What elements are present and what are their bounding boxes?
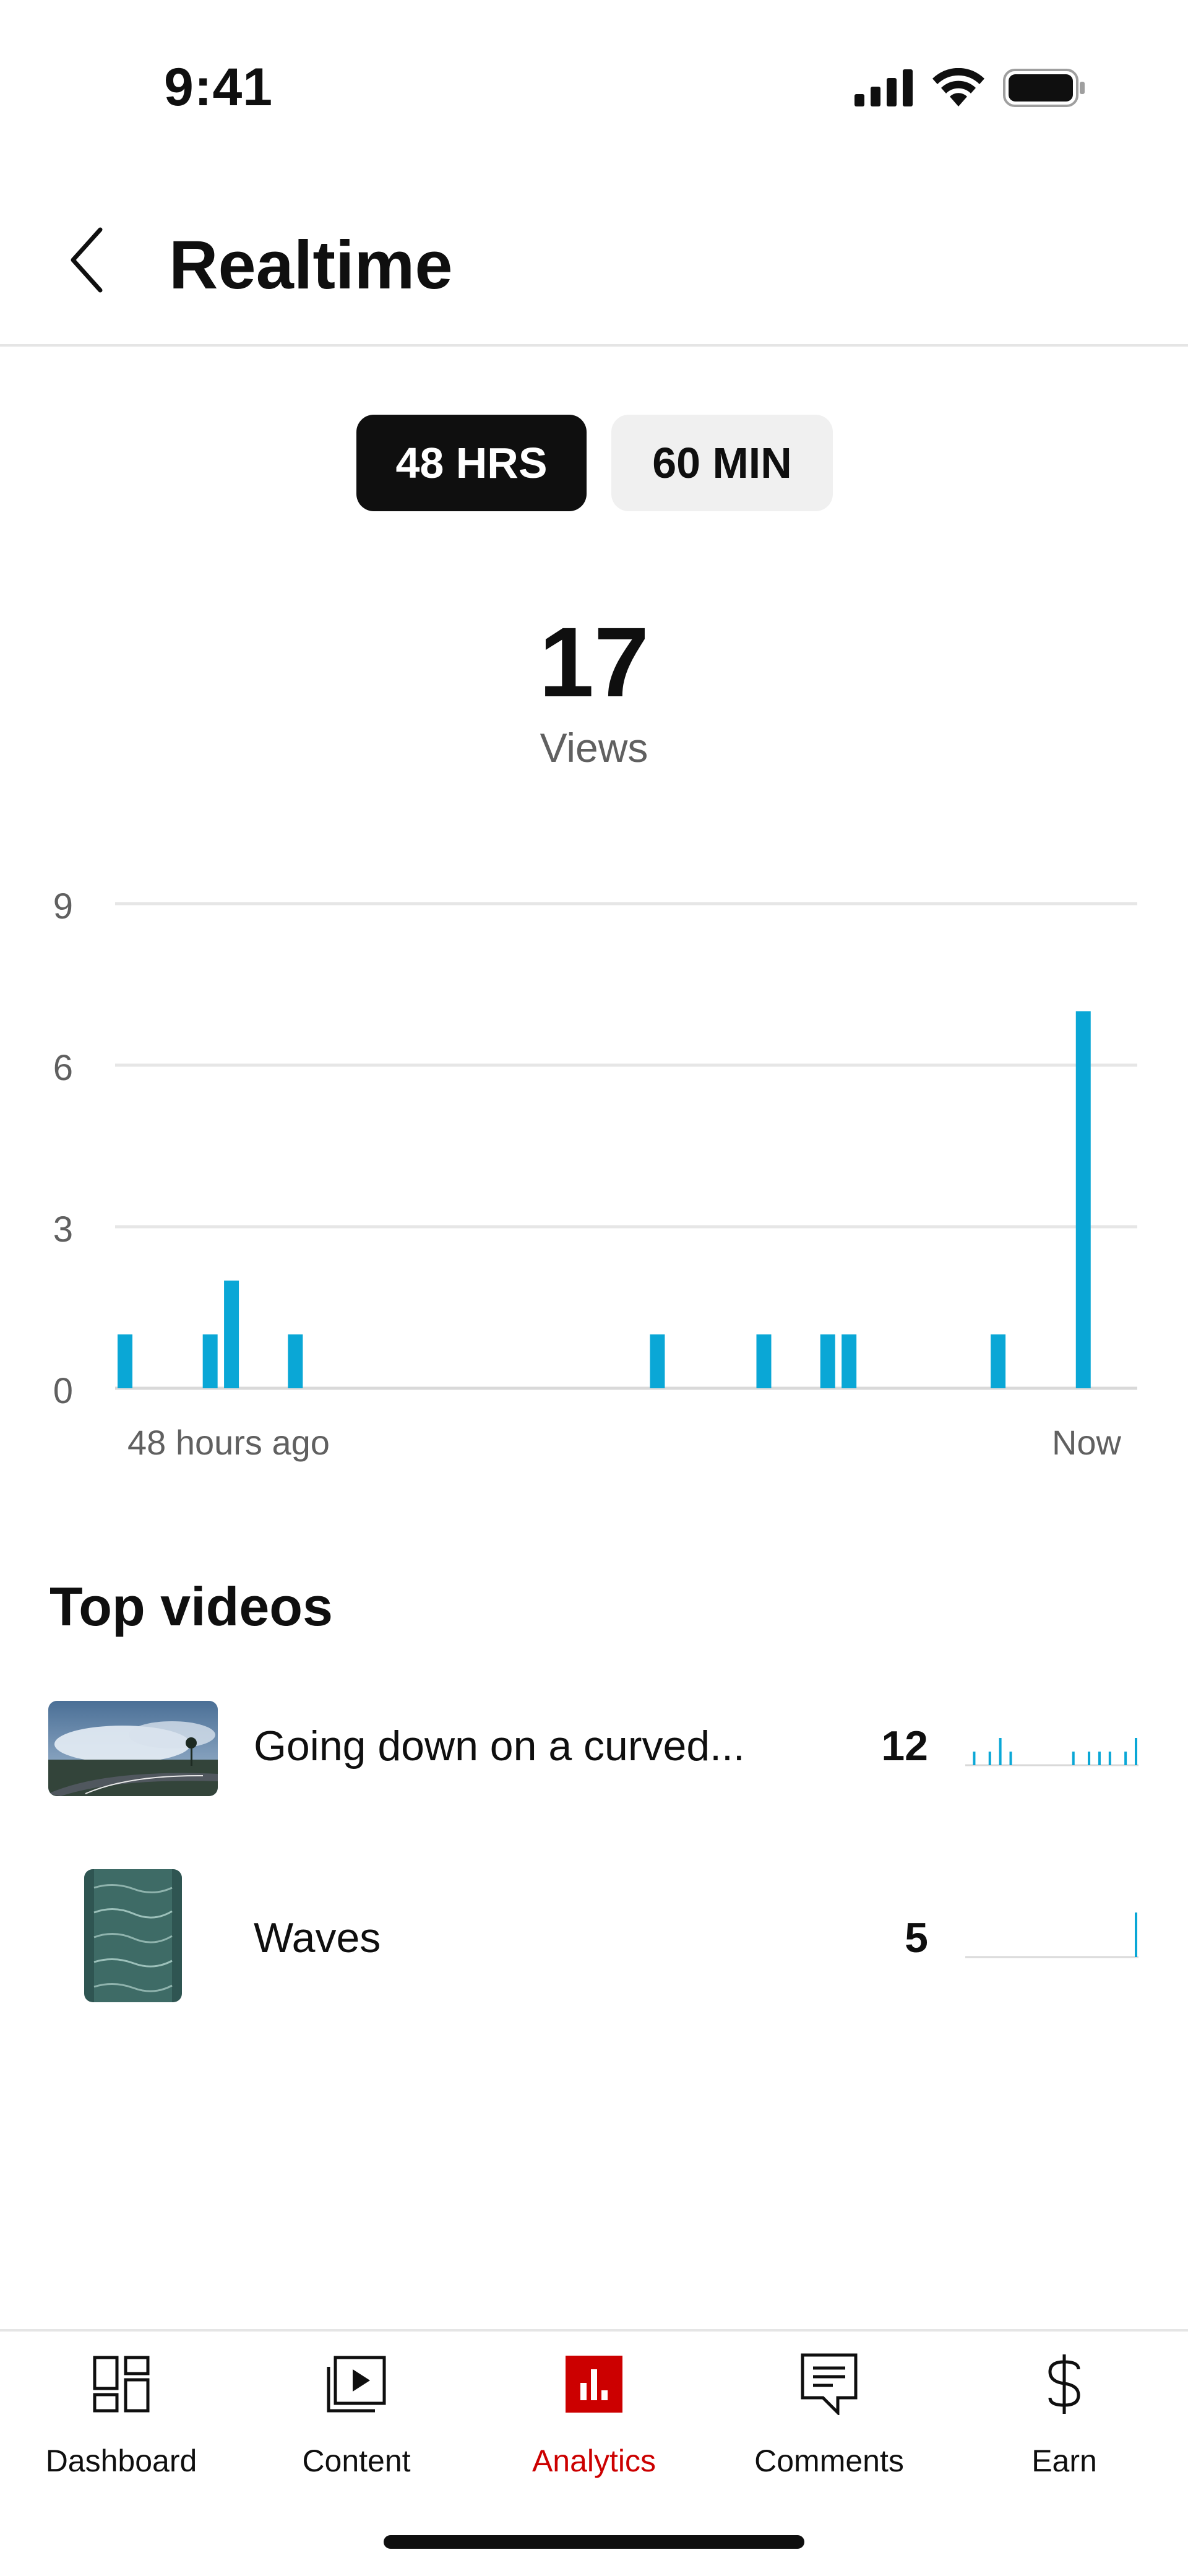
sparkline-bar	[1135, 1738, 1137, 1765]
nav-label: Content	[302, 2444, 411, 2478]
x-end-label: Now	[1052, 1423, 1122, 1462]
chart-bar	[756, 1334, 772, 1388]
views-count: 17	[539, 607, 649, 717]
sparkline-bar	[999, 1738, 1002, 1765]
analytics-icon	[560, 2350, 628, 2418]
chart-bar	[288, 1334, 303, 1388]
chevron-left-icon	[71, 227, 103, 293]
chart-bar	[650, 1334, 665, 1388]
sparkline-bar	[1088, 1752, 1091, 1765]
x-start-label: 48 hours ago	[127, 1423, 330, 1462]
sparkline-bar	[1124, 1752, 1127, 1765]
sparkline-bar	[1135, 1913, 1137, 1957]
views-bar-chart: 0 3 6 9 48 hours ago Now	[53, 886, 1137, 1462]
video-title: Waves	[254, 1914, 381, 1961]
sparkline-bar	[1098, 1752, 1101, 1765]
video-thumbnail	[48, 1701, 218, 1796]
chart-bar	[224, 1281, 239, 1388]
video-row[interactable]: Waves 5	[0, 1857, 1188, 2024]
sparkline-bar	[1072, 1752, 1075, 1765]
video-sparkline	[965, 1913, 1138, 1958]
video-sparkline	[965, 1738, 1138, 1766]
sparkline-bar	[973, 1752, 976, 1765]
header: Realtime	[0, 186, 1188, 347]
video-views-count: 5	[905, 1914, 928, 1961]
status-bar: 9:41	[0, 0, 1188, 161]
sparkline-bar	[1108, 1752, 1111, 1765]
video-views-count: 12	[881, 1722, 928, 1770]
top-videos-title: Top videos	[50, 1576, 333, 1637]
nav-label: Comments	[754, 2444, 904, 2478]
nav-label: Dashboard	[45, 2444, 197, 2478]
chart-bar	[991, 1334, 1006, 1388]
earn-icon	[1030, 2350, 1098, 2418]
video-title: Going down on a curved...	[254, 1722, 745, 1770]
chart-bar	[1075, 1011, 1091, 1388]
nav-item-comments[interactable]: Comments	[712, 2350, 947, 2505]
range-60-min-button[interactable]: 60 MIN	[611, 415, 833, 511]
nav-item-content[interactable]: Content	[239, 2350, 474, 2505]
home-indicator	[384, 2535, 804, 2549]
content-icon	[322, 2350, 390, 2418]
battery-icon	[1003, 69, 1085, 107]
range-48-hrs-button[interactable]: 48 HRS	[356, 415, 587, 511]
page-title: Realtime	[169, 227, 453, 303]
y-tick-label: 9	[53, 886, 73, 927]
chart-bar	[820, 1334, 835, 1388]
wifi-icon	[932, 68, 984, 106]
back-button[interactable]	[56, 223, 118, 297]
video-thumbnail	[84, 1869, 182, 2002]
sparkline-bar	[1009, 1752, 1012, 1765]
sparkline-bar	[988, 1752, 991, 1765]
video-row[interactable]: Going down on a curved... 12	[0, 1671, 1188, 1820]
cellular-signal-icon	[854, 69, 913, 106]
nav-item-earn[interactable]: Earn	[947, 2350, 1182, 2505]
y-tick-label: 6	[53, 1048, 73, 1088]
chart-bar	[202, 1334, 218, 1388]
dashboard-icon	[87, 2350, 155, 2418]
nav-label: Earn	[1031, 2444, 1097, 2478]
views-label: Views	[540, 725, 648, 771]
status-icons	[854, 68, 1086, 108]
range-toggle: 48 HRS 60 MIN	[356, 415, 833, 511]
y-tick-label: 0	[53, 1371, 73, 1411]
y-tick-label: 3	[53, 1209, 73, 1250]
status-time: 9:41	[164, 58, 273, 117]
chart-bar	[118, 1334, 132, 1388]
nav-item-analytics[interactable]: Analytics	[476, 2350, 712, 2505]
chart-bar	[842, 1334, 857, 1388]
nav-item-dashboard[interactable]: Dashboard	[4, 2350, 239, 2505]
comments-icon	[795, 2350, 863, 2418]
nav-label: Analytics	[532, 2444, 656, 2478]
